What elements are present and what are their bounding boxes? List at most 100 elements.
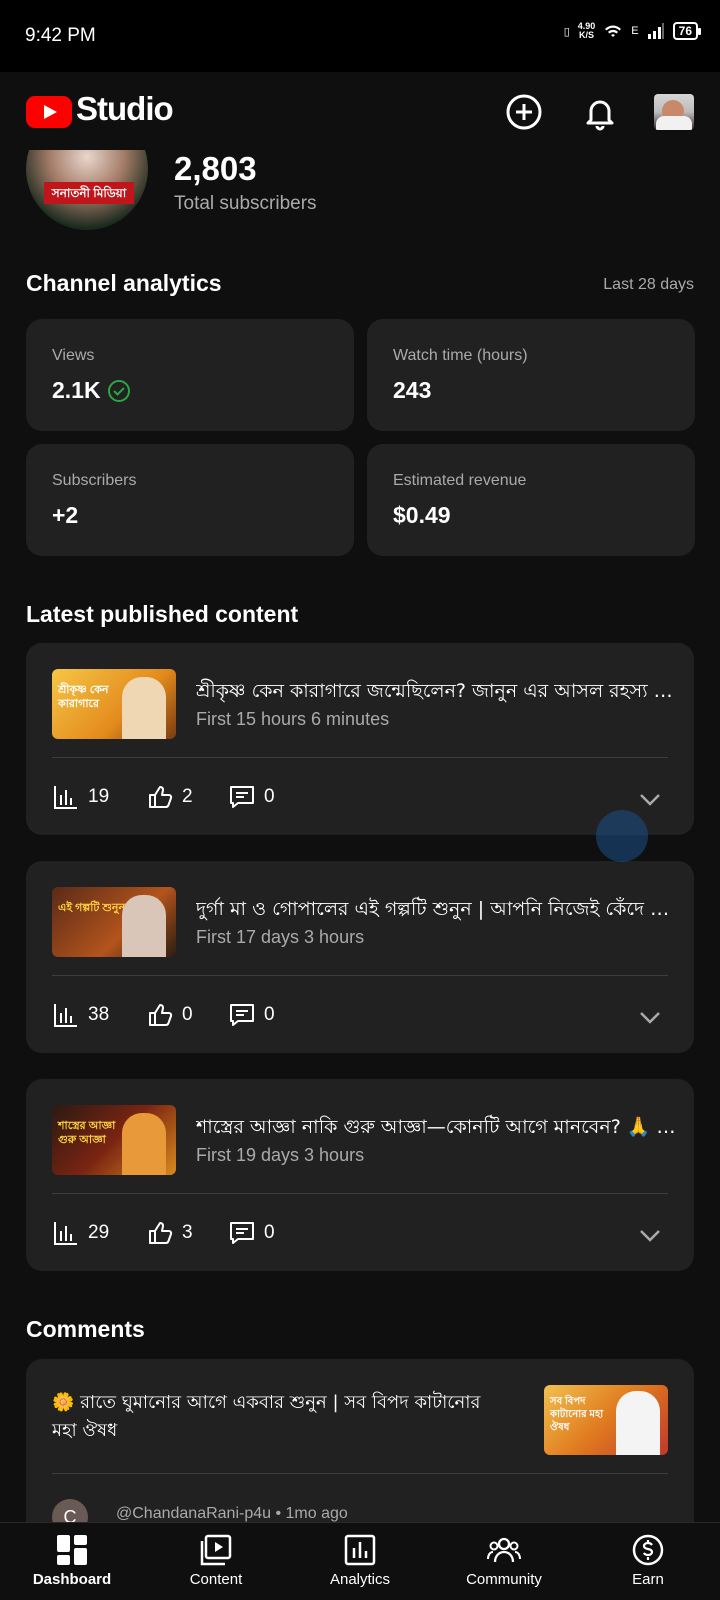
nav-label: Dashboard — [32, 1571, 112, 1588]
comment-icon — [230, 1004, 254, 1026]
check-circle-icon — [107, 379, 130, 402]
comment-author[interactable]: @ChandanaRani-p4u — [116, 1505, 271, 1522]
earn-icon — [632, 1534, 664, 1566]
bar-chart-icon — [54, 786, 77, 809]
comment-meta: @ChandanaRani-p4u • 1mo ago — [116, 1505, 348, 1522]
bell-icon — [586, 100, 614, 131]
views-metric: 19 — [52, 783, 109, 811]
video-thumbnail[interactable]: শ্রীকৃষ্ণ কেন কারাগারে — [52, 669, 176, 739]
stat-value: +2 — [52, 502, 79, 528]
views-metric: 29 — [52, 1219, 109, 1247]
video-thumbnail[interactable]: শাস্ত্রের আজ্ঞা গুরু আজ্ঞা — [52, 1105, 176, 1175]
status-icons: ▯ 4.90 K/S E 76 — [563, 21, 702, 40]
thumbnail-text: সব বিপদ কাটানোর মহা ঔষধ — [550, 1396, 604, 1433]
analytics-period: Last 28 days — [603, 276, 694, 293]
bar-chart-icon — [54, 1222, 77, 1245]
divider — [52, 1193, 668, 1194]
comment-video-title[interactable]: 🌼 রাতে ঘুমানোর আগে একবার শুনুন | সব বিপদ… — [52, 1389, 504, 1445]
vibrate-icon: ▯ — [563, 25, 570, 38]
status-time: 9:42 PM — [25, 25, 96, 46]
video-thumbnail[interactable]: এই গল্পটি শুনুন — [52, 887, 176, 957]
thumbs-up-icon — [149, 1222, 173, 1244]
video-period: First 17 days 3 hours — [196, 927, 365, 947]
content-card[interactable]: এই গল্পটি শুনুন দুর্গা মা ও গোপালের এই গ… — [26, 861, 694, 1053]
plus-circle-icon — [506, 94, 542, 130]
nav-content[interactable]: Content — [144, 1523, 288, 1600]
nav-label: Community — [466, 1571, 542, 1588]
nav-dashboard[interactable]: Dashboard — [0, 1523, 144, 1600]
signal-icon — [647, 23, 664, 39]
thumbnail-person — [122, 677, 166, 739]
stat-value: 243 — [393, 377, 432, 403]
bar-chart-icon — [54, 1004, 77, 1027]
thumbnail-person — [616, 1391, 660, 1455]
thumbs-up-icon — [149, 786, 173, 808]
revenue-card[interactable]: Estimated revenue $0.49 — [367, 444, 695, 556]
likes-metric: 0 — [146, 1001, 193, 1029]
stat-value: $0.49 — [393, 502, 451, 528]
nav-analytics[interactable]: Analytics — [288, 1523, 432, 1600]
video-title[interactable]: দুর্গা মা ও গোপালের এই গল্পটি শুনুন | আপ… — [196, 895, 676, 927]
views-card[interactable]: Views 2.1K — [26, 319, 354, 431]
thumbnail-text: শাস্ত্রের আজ্ঞা গুরু আজ্ঞা — [58, 1120, 116, 1146]
app-header: Studio — [0, 72, 720, 150]
comment-video-thumbnail[interactable]: সব বিপদ কাটানোর মহা ঔষধ — [544, 1385, 668, 1455]
comments-metric: 0 — [228, 783, 275, 811]
latest-content-title: Latest published content — [26, 601, 299, 627]
content-card[interactable]: শাস্ত্রের আজ্ঞা গুরু আজ্ঞা শাস্ত্রের আজ্… — [26, 1079, 694, 1271]
notifications-button[interactable] — [578, 90, 622, 134]
thumbnail-person — [122, 1113, 166, 1175]
net-speed: 4.90 K/S — [577, 21, 596, 40]
likes-metric: 3 — [146, 1219, 193, 1247]
stat-label: Watch time (hours) — [393, 347, 528, 364]
thumbnail-text: শ্রীকৃষ্ণ কেন কারাগারে — [58, 684, 109, 710]
app-name: Studio — [76, 90, 174, 127]
nav-earn[interactable]: Earn — [576, 1523, 720, 1600]
community-icon — [487, 1537, 521, 1563]
youtube-logo-icon — [26, 96, 72, 128]
nav-label: Earn — [632, 1571, 664, 1588]
content-card[interactable]: শ্রীকৃষ্ণ কেন কারাগারে শ্রীকৃষ্ণ কেন কার… — [26, 643, 694, 835]
content-icon — [200, 1534, 232, 1566]
stat-label: Estimated revenue — [393, 472, 527, 489]
bottom-nav: Dashboard Content Analytics Community Ea… — [0, 1522, 720, 1600]
chevron-down-icon[interactable] — [636, 1003, 664, 1031]
create-button[interactable] — [502, 90, 546, 134]
nav-label: Content — [189, 1571, 243, 1588]
comment-icon — [230, 1222, 254, 1244]
comments-metric: 0 — [228, 1001, 275, 1029]
thumbs-up-icon — [149, 1004, 173, 1026]
stat-label: Views — [52, 347, 95, 364]
account-avatar[interactable] — [654, 94, 694, 130]
thumbnail-text: এই গল্পটি শুনুন — [58, 902, 126, 914]
analytics-icon — [344, 1534, 376, 1566]
comment-icon — [230, 786, 254, 808]
touch-indicator — [596, 810, 648, 862]
comments-metric: 0 — [228, 1219, 275, 1247]
divider — [52, 975, 668, 976]
wifi-icon — [605, 25, 622, 37]
video-period: First 19 days 3 hours — [196, 1145, 365, 1165]
stat-value: 2.1K — [52, 377, 131, 404]
video-title[interactable]: শাস্ত্রের আজ্ঞা নাকি গুরু আজ্ঞা—কোনটি আগ… — [196, 1113, 676, 1145]
channel-avatar-banner: সনাতনী মিডিয়া — [44, 182, 134, 204]
channel-analytics-title: Channel analytics — [26, 270, 222, 296]
nav-label: Analytics — [329, 1571, 391, 1588]
divider — [52, 1473, 668, 1474]
video-period: First 15 hours 6 minutes — [196, 709, 390, 729]
views-metric: 38 — [52, 1001, 109, 1029]
network-type: E — [631, 25, 639, 37]
status-bar: 9:42 PM ▯ 4.90 K/S E 76 — [0, 0, 720, 72]
nav-community[interactable]: Community — [432, 1523, 576, 1600]
comment-time: 1mo ago — [285, 1505, 348, 1522]
watch-time-card[interactable]: Watch time (hours) 243 — [367, 319, 695, 431]
chevron-down-icon[interactable] — [636, 1221, 664, 1249]
chevron-down-icon[interactable] — [636, 785, 664, 813]
comments-title: Comments — [26, 1316, 145, 1342]
subscribers-card[interactable]: Subscribers +2 — [26, 444, 354, 556]
total-subscribers-label: Total subscribers — [174, 193, 317, 214]
dashboard-icon — [57, 1535, 87, 1565]
stat-label: Subscribers — [52, 472, 137, 489]
divider — [52, 757, 668, 758]
video-title[interactable]: শ্রীকৃষ্ণ কেন কারাগারে জন্মেছিলেন? জানুন… — [196, 677, 676, 709]
